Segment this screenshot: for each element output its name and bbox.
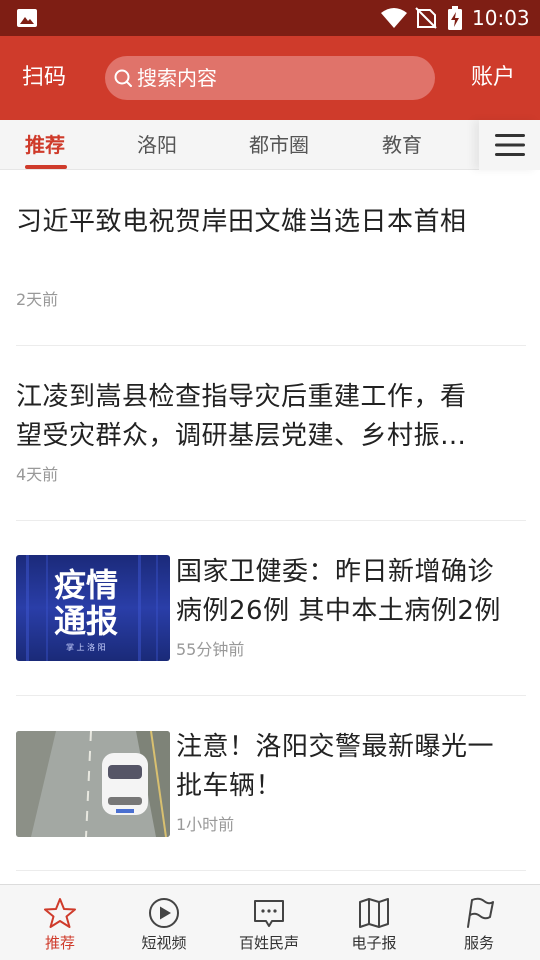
account-button[interactable]: 账户: [471, 62, 515, 94]
news-item[interactable]: 习近平致电祝贺岸田文雄当选日本首相 2天前: [16, 171, 526, 346]
news-item[interactable]: 江凌到嵩县检查指导灾后重建工作，看 望受灾群众，调研基层党建、乡村振… 4天前: [16, 346, 526, 521]
tab-recommend[interactable]: 推荐: [25, 132, 65, 158]
clock: 10:03: [472, 6, 530, 30]
channel-tabs: 推荐 洛阳 都市圈 教育: [0, 120, 540, 170]
status-bar: 10:03: [0, 0, 540, 36]
active-tab-indicator: [25, 165, 67, 169]
thumbnail-text-line1: 疫情: [54, 566, 119, 604]
car-photo-illustration: [16, 731, 170, 837]
news-time: 55分钟前: [176, 640, 245, 659]
news-title-line: 国家卫健委：昨日新增确诊: [176, 557, 495, 587]
thumbnail-caption: 掌 上 洛 阳: [66, 643, 106, 652]
nav-label: 短视频: [141, 934, 187, 952]
scan-button[interactable]: 扫码: [22, 62, 66, 94]
nav-label: 服务: [463, 934, 494, 952]
news-title-line: 望受灾群众，调研基层党建、乡村振…: [16, 421, 467, 451]
news-title-line: 注意！洛阳交警最新曝光一: [176, 732, 495, 762]
flag-icon: [467, 897, 494, 928]
thumbnail-text-line2: 通报: [54, 602, 119, 640]
no-sim-signal-icon: [415, 7, 437, 29]
news-title: 习近平致电祝贺岸田文雄当选日本首相: [16, 207, 467, 237]
news-item[interactable]: 疫情 通报 掌 上 洛 阳 国家卫健委：昨日新增确诊 病例26例 其中本土病例2…: [16, 521, 526, 696]
news-title-line: 病例26例 其中本土病例2例: [176, 596, 501, 626]
news-title-line: 江凌到嵩县检查指导灾后重建工作，看: [16, 382, 467, 412]
tab-luoyang[interactable]: 洛阳: [137, 132, 177, 158]
top-header: 扫码 搜索内容 账户: [0, 36, 540, 120]
nav-item-services[interactable]: 服务: [429, 885, 529, 960]
gallery-icon: [17, 9, 37, 27]
car-on-road-thumbnail: [16, 731, 170, 837]
hamburger-menu-icon: [495, 134, 525, 156]
search-input[interactable]: 搜索内容: [105, 56, 435, 100]
news-time: 4天前: [16, 465, 59, 484]
tab-metro-area[interactable]: 都市圈: [249, 132, 309, 158]
search-placeholder: 搜索内容: [137, 66, 217, 90]
nav-label: 百姓民声: [238, 934, 299, 952]
nav-item-public-voice[interactable]: 百姓民声: [219, 885, 319, 960]
nav-label: 推荐: [44, 934, 75, 952]
news-item[interactable]: 注意！洛阳交警最新曝光一 批车辆！ 1小时前: [16, 696, 526, 871]
channel-menu-button[interactable]: [479, 120, 540, 170]
app-screen: 10:03 扫码 搜索内容 账户 推荐 洛阳 都市圈 教育 习近平致电祝贺岸田文…: [0, 0, 540, 960]
battery-charging-icon: [448, 6, 462, 30]
star-icon: [44, 898, 76, 928]
nav-label: 电子报: [351, 934, 397, 952]
news-title-line: 批车辆！: [176, 771, 283, 801]
search-icon: [114, 69, 132, 87]
chat-bubble-icon: [254, 900, 284, 927]
bottom-navigation: 推荐 短视频 百姓民声 电子报 服务: [0, 884, 540, 960]
wifi-icon: [381, 8, 407, 28]
tab-education[interactable]: 教育: [382, 132, 422, 158]
news-time: 1小时前: [176, 815, 235, 834]
epidemic-report-thumbnail: 疫情 通报 掌 上 洛 阳: [16, 555, 170, 661]
open-book-icon: [359, 898, 389, 928]
news-time: 2天前: [16, 290, 59, 309]
nav-item-e-paper[interactable]: 电子报: [324, 885, 424, 960]
nav-item-recommend[interactable]: 推荐: [10, 885, 110, 960]
nav-item-short-video[interactable]: 短视频: [114, 885, 214, 960]
play-circle-icon: [149, 898, 179, 928]
